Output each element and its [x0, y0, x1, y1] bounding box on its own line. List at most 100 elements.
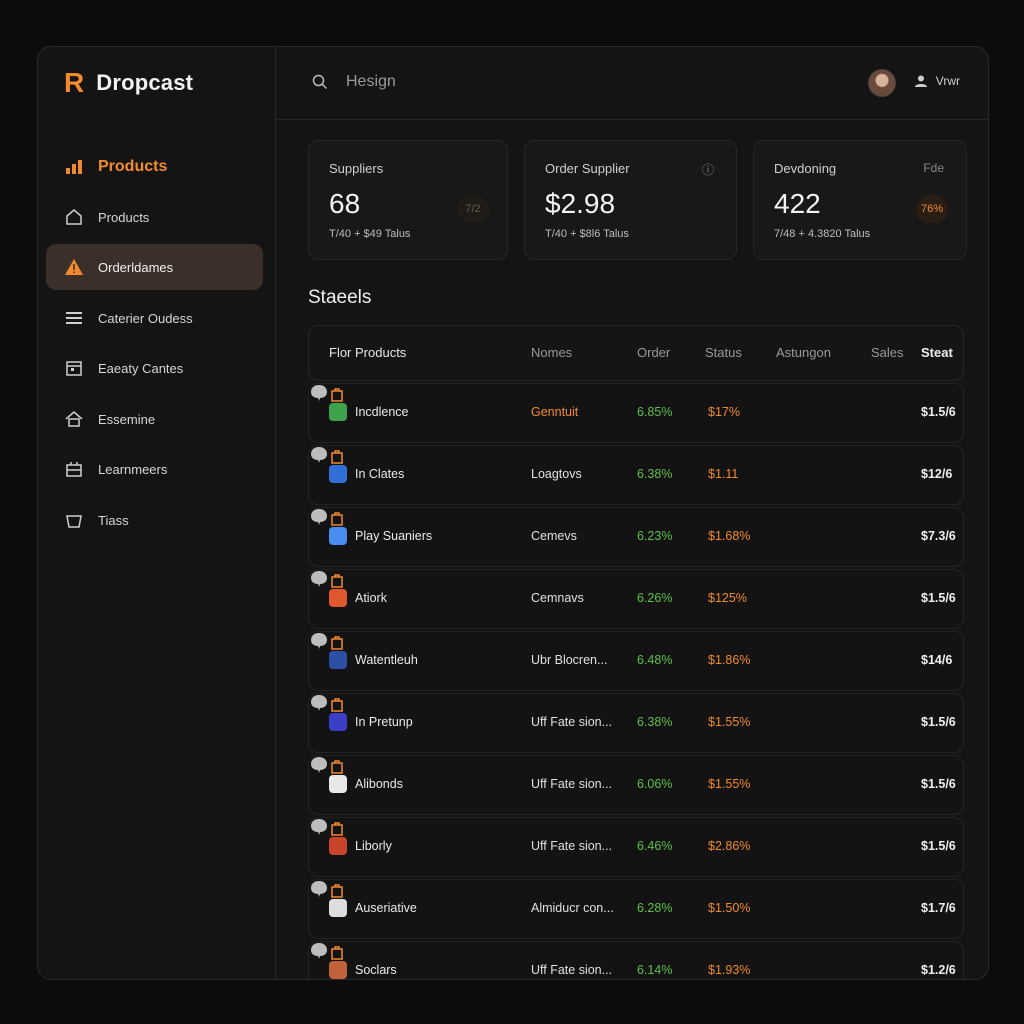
status-value: $17% [708, 405, 740, 419]
table-row[interactable]: Auseriative Almiducr con... 6.28% $1.50% $1.… [308, 879, 964, 939]
sale-price: $1.2/6 [921, 963, 956, 977]
sidebar-item-label: Learnmeers [98, 461, 168, 477]
table-row[interactable]: Alibonds Uff Fate sion... 6.06% $1.55% $1.5/… [308, 755, 964, 815]
shopping-bag-icon[interactable] [329, 758, 345, 774]
search-input[interactable]: Hesign [346, 73, 396, 91]
products-table: Flor Products Nomes Order Status Astungo… [308, 325, 964, 979]
chat-bubble-icon[interactable] [309, 570, 329, 588]
status-value: $1.55% [708, 777, 751, 791]
chat-bubble-icon[interactable] [309, 694, 329, 712]
supplier-name: Loagtovs [531, 467, 582, 481]
chat-bubble-icon[interactable] [309, 384, 329, 402]
order-value: 6.26% [637, 591, 673, 605]
card-badge: 7/2 [457, 195, 489, 223]
brand[interactable]: R Dropcast [64, 69, 193, 97]
top-bar: Hesign Vrwr [276, 47, 988, 120]
shopping-bag-icon[interactable] [329, 820, 345, 836]
shopping-bag-icon[interactable] [329, 944, 345, 960]
info-icon[interactable]: ⓘ [702, 161, 714, 178]
sale-price: $12/6 [921, 467, 953, 481]
product-name: Soclars [355, 963, 397, 977]
product-icon [329, 961, 347, 979]
sidebar-item-products-active[interactable]: Products [46, 144, 263, 190]
sidebar-item-learnmeers[interactable]: Learnmeers [46, 446, 263, 492]
sidebar-item-orders[interactable]: Orderldames [46, 244, 263, 290]
bar-chart-icon [66, 160, 82, 174]
product-name: Auseriative [355, 901, 417, 915]
chat-bubble-icon[interactable] [309, 756, 329, 774]
product-name: Liborly [355, 839, 392, 853]
product-icon [329, 403, 347, 421]
sidebar-item-eaeaty[interactable]: Eaeaty Cantes [46, 345, 263, 391]
status-value: $1.50% [708, 901, 751, 915]
warning-icon [65, 259, 83, 275]
shopping-bag-icon[interactable] [329, 386, 345, 402]
status-value: $1.68% [708, 529, 751, 543]
stat-card-suppliers[interactable]: Suppliers 68 T/40 + $49 Talus 7/2 [308, 140, 508, 260]
table-row[interactable]: Play Suaniers Cemevs 6.23% $1.68% $7.3/6 [308, 507, 964, 567]
app-name: Dropcast [96, 70, 194, 95]
sale-price: $1.5/6 [921, 839, 956, 853]
sidebar-item-label: Tiass [98, 512, 129, 528]
shopping-bag-icon[interactable] [329, 882, 345, 898]
column-header[interactable]: Sales [871, 345, 904, 360]
order-value: 6.28% [637, 901, 673, 915]
order-value: 6.06% [637, 777, 673, 791]
sidebar-item-essemine[interactable]: Essemine [46, 396, 263, 442]
table-row[interactable]: In Pretunp Uff Fate sion... 6.38% $1.55% $1.… [308, 693, 964, 753]
product-icon [329, 713, 347, 731]
table-row[interactable]: Incdlence Genntuit 6.85% $17% $1.5/6 [308, 383, 964, 443]
sidebar-item-label: Eaeaty Cantes [98, 360, 184, 376]
crate-icon [66, 462, 82, 477]
sale-price: $7.3/6 [921, 529, 956, 543]
product-icon [329, 775, 347, 793]
supplier-name: Uff Fate sion... [531, 839, 613, 853]
table-row[interactable]: In Clates Loagtovs 6.38% $1.11 $12/6 [308, 445, 964, 505]
chat-bubble-icon[interactable] [309, 880, 329, 898]
product-icon [329, 837, 347, 855]
column-header[interactable]: Flor Products [329, 345, 406, 360]
supplier-name: Almiducr con... [531, 901, 614, 915]
chat-bubble-icon[interactable] [309, 508, 329, 526]
table-row[interactable]: Atiork Cemnavs 6.26% $125% $1.5/6 [308, 569, 964, 629]
sidebar-item-tiass[interactable]: Tiass [46, 497, 263, 543]
order-value: 6.38% [637, 715, 673, 729]
sidebar-item-products[interactable]: Products [46, 194, 263, 240]
column-header[interactable]: Astungon [776, 345, 831, 360]
product-icon [329, 899, 347, 917]
table-row[interactable]: Liborly Uff Fate sion... 6.46% $2.86% $1.5/6 [308, 817, 964, 877]
order-value: 6.46% [637, 839, 673, 853]
chat-bubble-icon[interactable] [309, 818, 329, 836]
user-menu[interactable]: Vrwr [914, 74, 960, 88]
shopping-bag-icon[interactable] [329, 696, 345, 712]
column-header[interactable]: Order [637, 345, 670, 360]
stat-card-devdoning[interactable]: Devdoning Fde 422 7/48 + 4.3820 Talus 76… [753, 140, 967, 260]
column-header[interactable]: Status [705, 345, 742, 360]
shopping-bag-icon[interactable] [329, 634, 345, 650]
column-header[interactable]: Steat [921, 345, 953, 360]
home-icon [66, 209, 82, 225]
shopping-bag-icon[interactable] [329, 448, 345, 464]
chat-bubble-icon[interactable] [309, 446, 329, 464]
sale-price: $1.5/6 [921, 715, 956, 729]
shopping-bag-icon[interactable] [329, 572, 345, 588]
sale-price: $1.5/6 [921, 777, 956, 791]
product-name: In Pretunp [355, 715, 413, 729]
order-value: 6.23% [637, 529, 673, 543]
sidebar-item-caterier[interactable]: Caterier Oudess [46, 295, 263, 341]
search-bar[interactable]: Hesign [312, 73, 396, 91]
logo: R [64, 67, 85, 98]
column-header[interactable]: Nomes [531, 345, 572, 360]
stat-card-order-supplier[interactable]: Order Supplier ⓘ $2.98 T/40 + $8l6 Talus [524, 140, 737, 260]
product-icon [329, 527, 347, 545]
chat-bubble-icon[interactable] [309, 942, 329, 960]
table-row[interactable]: Watentleuh Ubr Blocren... 6.48% $1.86% $14/6 [308, 631, 964, 691]
shopping-bag-icon[interactable] [329, 510, 345, 526]
table-row[interactable]: Soclars Uff Fate sion... 6.14% $1.93% $1.2/6 [308, 941, 964, 979]
supplier-name: Uff Fate sion... [531, 777, 613, 791]
status-value: $1.86% [708, 653, 751, 667]
supplier-name: Cemevs [531, 529, 577, 543]
avatar[interactable] [868, 69, 896, 97]
supplier-name: Genntuit [531, 405, 579, 419]
chat-bubble-icon[interactable] [309, 632, 329, 650]
